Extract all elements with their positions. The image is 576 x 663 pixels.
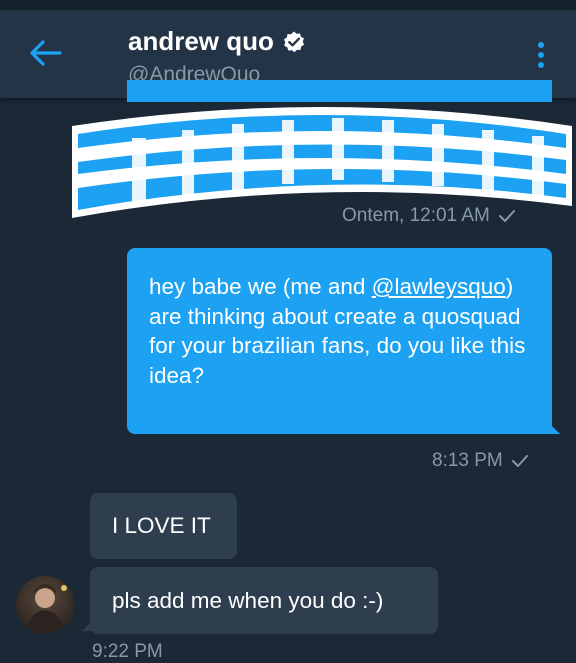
message-timestamp: 8:13 PM (432, 450, 529, 472)
message-text: pls add me when you do :-) (112, 587, 384, 613)
verified-badge-icon (283, 31, 304, 52)
sent-check-icon (511, 455, 528, 467)
mention-link[interactable]: @lawleysquo (372, 274, 506, 299)
sent-check-icon (498, 210, 515, 222)
message-text-part: hey babe we (me and (149, 274, 372, 299)
contact-avatar[interactable] (16, 576, 74, 634)
outgoing-message-bubble[interactable]: hey babe we (me and @lawleysquo) are thi… (127, 248, 552, 434)
back-button[interactable] (28, 38, 64, 68)
timestamp-text: Ontem, 12:01 AM (342, 205, 490, 226)
arrow-left-icon (30, 40, 62, 66)
message-timestamp: 9:22 PM (92, 641, 163, 663)
bubble-tail (544, 418, 560, 434)
status-bar (0, 0, 576, 10)
bubble-tail (82, 615, 98, 631)
contact-name: andrew quo (128, 26, 274, 56)
incoming-message-bubble[interactable]: I LOVE IT (90, 493, 237, 559)
more-vertical-icon (538, 42, 544, 68)
timestamp-text: 9:22 PM (92, 641, 163, 662)
message-text: I LOVE IT (112, 513, 211, 538)
incoming-message-bubble[interactable]: pls add me when you do :-) (90, 567, 438, 634)
more-options-button[interactable] (534, 40, 548, 70)
message-timestamp: Ontem, 12:01 AM (342, 205, 516, 227)
timestamp-text: 8:13 PM (432, 450, 503, 471)
